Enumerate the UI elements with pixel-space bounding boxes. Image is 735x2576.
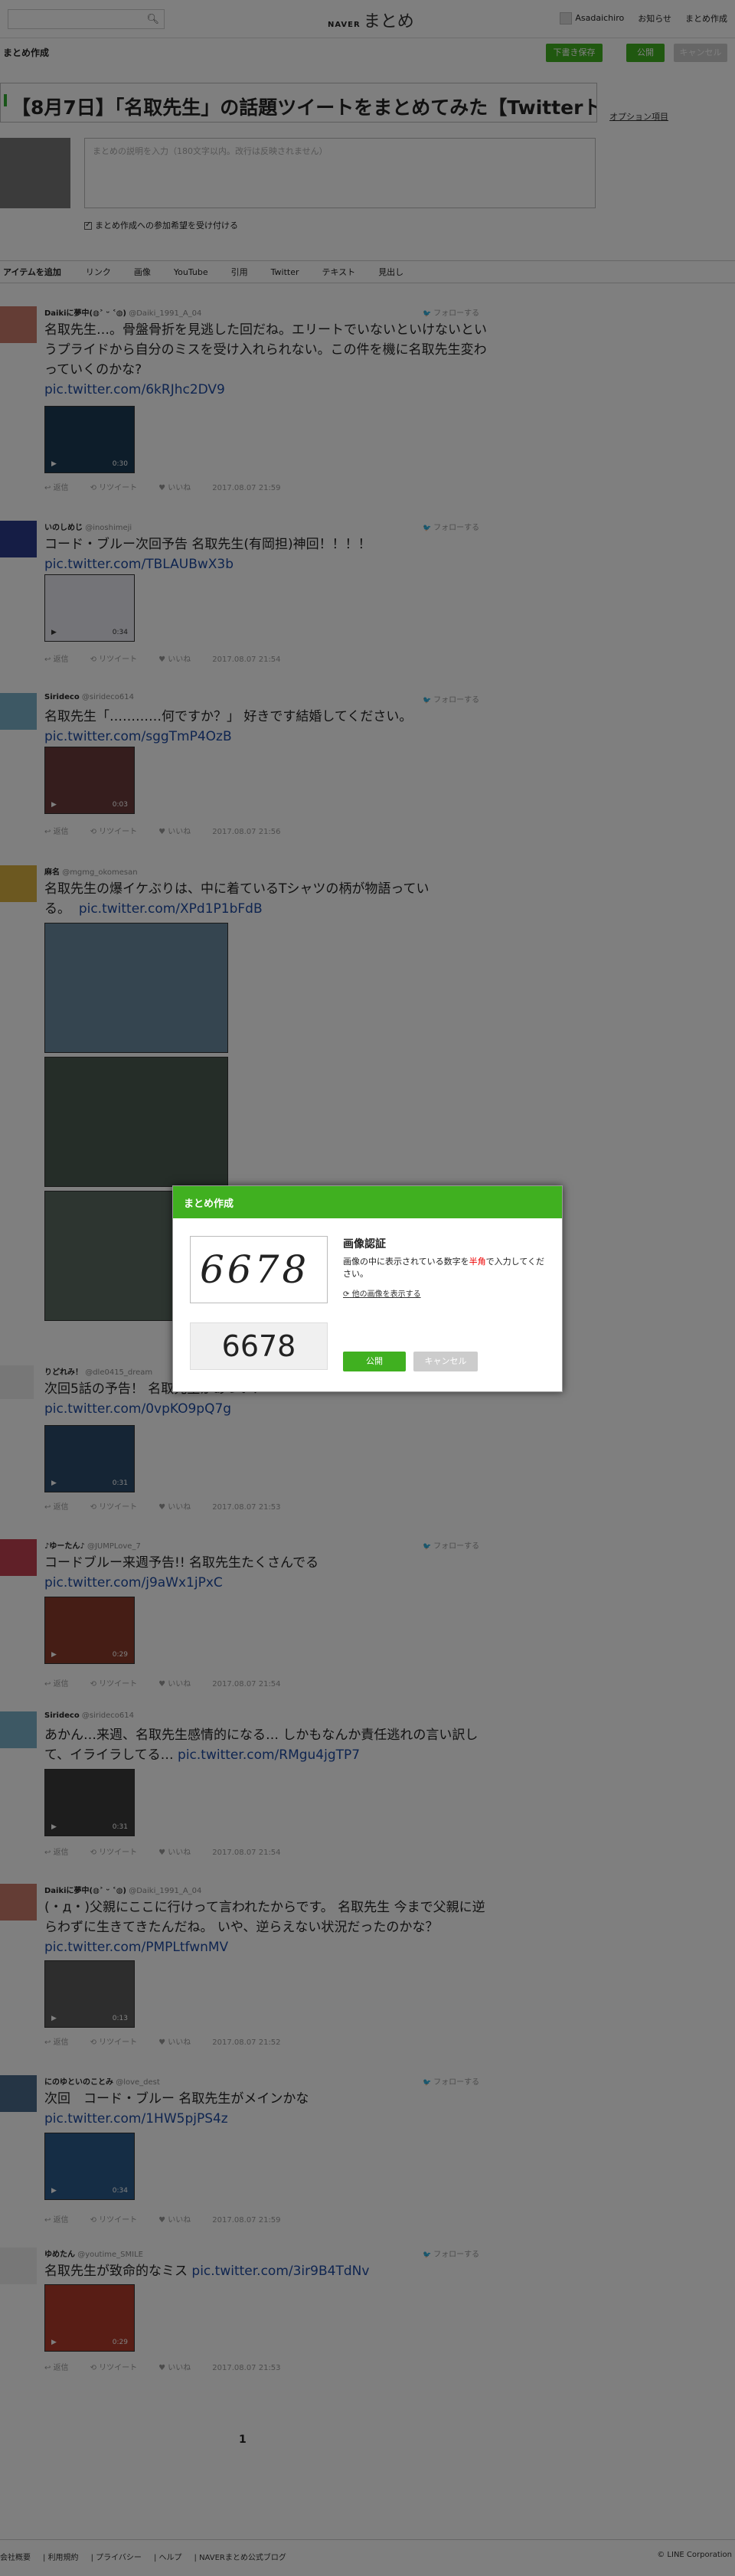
captcha-input[interactable]: 6678 (190, 1322, 328, 1370)
refresh-icon[interactable]: ⟳ (343, 1290, 349, 1299)
refresh-label: 他の画像を表示する (351, 1290, 421, 1299)
modal-title: まとめ作成 (173, 1186, 562, 1218)
modal-cancel-button[interactable]: キャンセル (413, 1352, 478, 1371)
captcha-image-text: 6678 (200, 1247, 310, 1292)
instruction-pre: 画像の中に表示されている数字を (343, 1257, 469, 1267)
captcha-instruction: 画像の中に表示されている数字を半角で入力してください。 (343, 1256, 550, 1280)
modal-publish-button[interactable]: 公開 (343, 1352, 406, 1371)
instruction-emphasis: 半角 (469, 1257, 486, 1267)
captcha-image: 6678 (190, 1236, 328, 1303)
captcha-info: 画像認証 画像の中に表示されている数字を半角で入力してください。 (343, 1236, 550, 1280)
refresh-captcha-link[interactable]: ⟳ 他の画像を表示する (343, 1287, 421, 1299)
captcha-modal: まとめ作成 6678 画像認証 画像の中に表示されている数字を半角で入力してくだ… (172, 1185, 563, 1392)
captcha-heading: 画像認証 (343, 1238, 386, 1250)
